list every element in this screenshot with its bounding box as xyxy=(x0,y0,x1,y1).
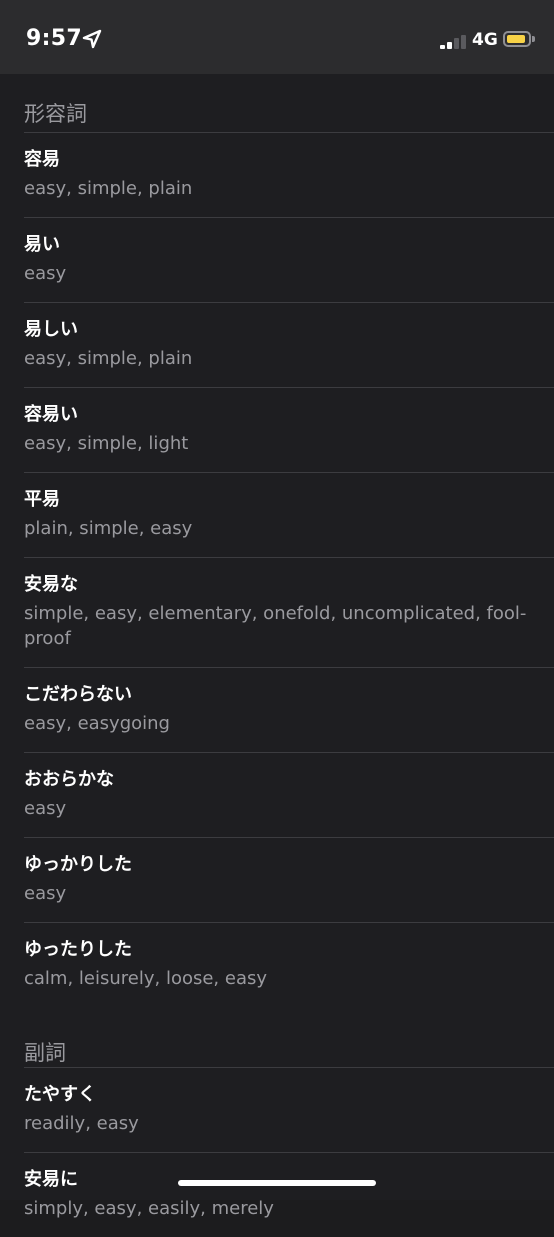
home-indicator[interactable] xyxy=(178,1180,376,1186)
battery-level xyxy=(507,35,525,43)
list-item[interactable]: ゆったりした calm, leisurely, loose, easy xyxy=(24,922,554,1007)
location-arrow-icon xyxy=(82,29,102,49)
list-item[interactable]: 安易に simply, easy, easily, merely xyxy=(24,1152,554,1237)
entry-meaning: easy xyxy=(24,883,67,904)
signal-bar xyxy=(447,41,452,49)
list-item[interactable]: たやすく readily, easy xyxy=(24,1067,554,1152)
list-item[interactable]: おおらかな easy xyxy=(24,752,554,837)
list-item[interactable]: 容易 easy, simple, plain xyxy=(24,132,554,217)
entry-meaning: simple, easy, elementary, onefold, uncom… xyxy=(24,603,527,649)
list-item[interactable]: 平易 plain, simple, easy xyxy=(24,472,554,557)
entry-term: 安易な xyxy=(24,574,78,595)
entry-term: 容易 xyxy=(24,149,60,170)
battery-cap xyxy=(532,36,535,42)
battery-icon xyxy=(503,31,531,47)
entry-meaning: easy, simple, plain xyxy=(24,178,193,199)
entry-term: ゆっかりした xyxy=(24,854,132,875)
list-item[interactable]: 易しい easy, simple, plain xyxy=(24,302,554,387)
entry-term: 平易 xyxy=(24,489,60,510)
list-item[interactable]: 容易い easy, simple, light xyxy=(24,387,554,472)
status-bar: 9:57 4G xyxy=(0,0,554,74)
list-item[interactable]: こだわらない easy, easygoing xyxy=(24,667,554,752)
network-type-label: 4G xyxy=(472,30,498,50)
entry-meaning: easy, simple, plain xyxy=(24,348,193,369)
entry-term: こだわらない xyxy=(24,684,132,705)
entry-term: ゆったりした xyxy=(24,939,132,960)
dictionary-results-list[interactable]: 形容詞容易 easy, simple, plain 易い easy 易しい easy, s… xyxy=(0,74,554,1237)
list-item[interactable]: 易い easy xyxy=(24,217,554,302)
entry-meaning: plain, simple, easy xyxy=(24,518,193,539)
cellular-signal-icon xyxy=(440,34,466,49)
list-item[interactable]: 安易な simple, easy, elementary, onefold, un… xyxy=(24,557,554,667)
entry-term: 易い xyxy=(24,234,60,255)
entry-meaning: easy, simple, light xyxy=(24,433,189,454)
entry-meaning: readily, easy xyxy=(24,1113,139,1134)
status-time: 9:57 xyxy=(26,26,82,51)
entry-meaning: calm, leisurely, loose, easy xyxy=(24,968,267,989)
entry-meaning: easy xyxy=(24,798,67,819)
entry-term: 容易い xyxy=(24,404,78,425)
signal-bar xyxy=(461,34,466,49)
list-item[interactable]: ゆっかりした easy xyxy=(24,837,554,922)
signal-bar xyxy=(454,38,459,49)
entry-meaning: easy, easygoing xyxy=(24,713,170,734)
section-header: 形容詞 xyxy=(24,102,87,126)
signal-bar xyxy=(440,45,445,49)
entry-term: おおらかな xyxy=(24,769,114,790)
section-header: 副詞 xyxy=(24,1041,66,1065)
entry-meaning: easy xyxy=(24,263,67,284)
entry-term: 易しい xyxy=(24,319,78,340)
entry-term: たやすく xyxy=(24,1084,96,1105)
